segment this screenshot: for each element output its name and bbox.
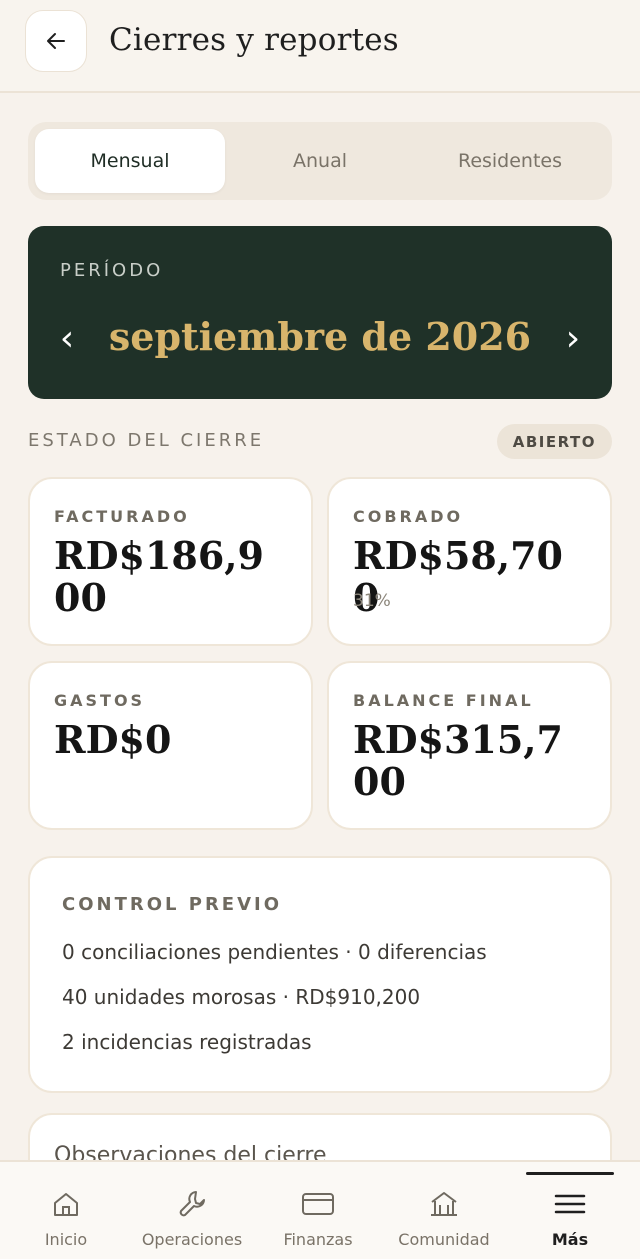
active-indicator bbox=[526, 1172, 614, 1175]
tab-mensual[interactable]: Mensual bbox=[35, 129, 225, 193]
control-title: CONTROL PREVIO bbox=[62, 894, 283, 915]
card-balance-final: BALANCE FINAL RD$315,700 bbox=[327, 661, 612, 830]
card-gastos: GASTOS RD$0 bbox=[28, 661, 313, 830]
section-title-estado: ESTADO DEL CIERRE bbox=[28, 430, 265, 451]
nav-item-operaciones[interactable]: Operaciones bbox=[128, 1162, 256, 1259]
nav-item-inicio[interactable]: Inicio bbox=[2, 1162, 130, 1259]
nav-item-finanzas[interactable]: Finanzas bbox=[254, 1162, 382, 1259]
card-percentage: 31% bbox=[353, 591, 391, 611]
nav-label: Más bbox=[551, 1230, 589, 1249]
control-line-conciliaciones: 0 conciliaciones pendientes · 0 diferenc… bbox=[62, 940, 487, 964]
card-label: BALANCE FINAL bbox=[353, 691, 534, 710]
next-period-button[interactable]: › bbox=[558, 318, 588, 359]
card-value: RD$315,700 bbox=[353, 717, 563, 804]
nav-label: Inicio bbox=[44, 1230, 88, 1249]
nav-label: Finanzas bbox=[283, 1230, 353, 1249]
building-icon bbox=[424, 1186, 464, 1222]
nav-label: Comunidad bbox=[398, 1230, 490, 1249]
page-title: Cierres y reportes bbox=[109, 22, 399, 58]
card-facturado: FACTURADO RD$186,900 bbox=[28, 477, 313, 646]
card-value: RD$0 bbox=[54, 717, 172, 762]
card-value: RD$186,900 bbox=[54, 533, 264, 620]
nav-item-mas[interactable]: Más bbox=[506, 1162, 634, 1259]
period-value: septiembre de 2026 bbox=[108, 314, 532, 359]
home-icon bbox=[46, 1186, 86, 1222]
nav-item-comunidad[interactable]: Comunidad bbox=[380, 1162, 508, 1259]
tab-anual[interactable]: Anual bbox=[225, 129, 415, 193]
control-line-morosas: 40 unidades morosas · RD$910,200 bbox=[62, 985, 421, 1009]
tab-residentes[interactable]: Residentes bbox=[415, 129, 605, 193]
card-cobrado: COBRADO RD$58,700 31% bbox=[327, 477, 612, 646]
control-previo-card: CONTROL PREVIO 0 conciliaciones pendient… bbox=[28, 856, 612, 1093]
period-selector: PERÍODO ‹ septiembre de 2026 › bbox=[28, 226, 612, 399]
card-label: GASTOS bbox=[54, 691, 146, 710]
card-icon bbox=[298, 1186, 338, 1222]
arrow-left-icon bbox=[47, 33, 65, 49]
menu-icon bbox=[550, 1186, 590, 1222]
period-tabs: Mensual Anual Residentes bbox=[28, 122, 612, 200]
period-label: PERÍODO bbox=[60, 260, 164, 281]
control-line-incidencias: 2 incidencias registradas bbox=[62, 1030, 312, 1054]
bottom-navigation: Inicio Operaciones Finanzas Comunidad Má… bbox=[0, 1160, 640, 1259]
card-label: COBRADO bbox=[353, 507, 464, 526]
top-bar: Cierres y reportes bbox=[0, 0, 640, 93]
card-label: FACTURADO bbox=[54, 507, 190, 526]
back-button[interactable] bbox=[25, 10, 87, 72]
status-badge: ABIERTO bbox=[496, 424, 612, 459]
nav-label: Operaciones bbox=[141, 1230, 243, 1249]
wrench-icon bbox=[172, 1186, 212, 1222]
